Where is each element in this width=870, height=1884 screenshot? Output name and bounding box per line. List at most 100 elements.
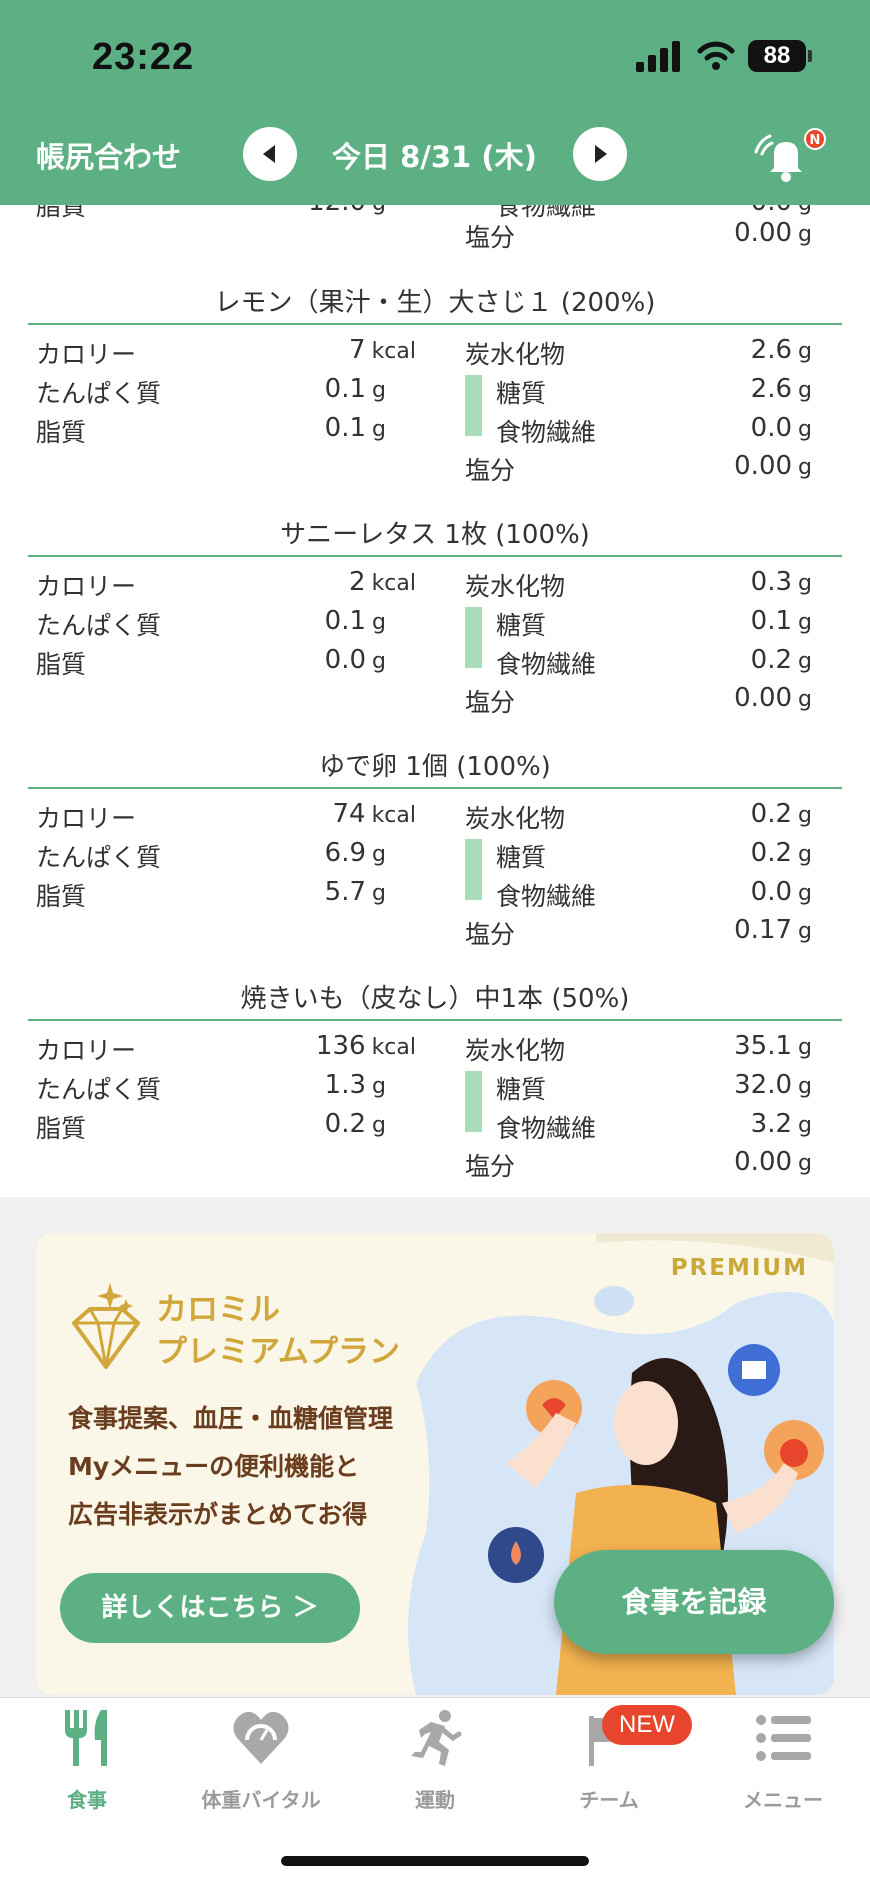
sugar-value: 0.2 g (750, 838, 812, 868)
new-badge: NEW (602, 1705, 692, 1745)
protein-value: 1.3 g (324, 1070, 386, 1100)
plan-description: 食事提案、血圧・血糖値管理 Myメニューの便利機能と 広告非表示がまとめてお得 (68, 1404, 394, 1529)
protein-label: たんぱく質 (36, 1075, 162, 1104)
status-time: 23:22 (92, 36, 195, 78)
runner-icon (411, 1710, 462, 1766)
salt-label: 塩分 (465, 920, 516, 949)
sugar-label: 糖質 (496, 379, 547, 408)
fiber-label: 食物繊維 (496, 418, 597, 447)
carbs-label: 炭水化物 (465, 340, 566, 369)
sugar-label: 糖質 (496, 843, 547, 872)
tab-menu[interactable]: メニュー (696, 1708, 870, 1818)
premium-detail-button[interactable]: 詳しくはこちら ＞ (60, 1573, 360, 1643)
battery-icon: 88 (748, 40, 812, 72)
food-title: 焼きいも（皮なし）中1本 (50%) (240, 984, 630, 1014)
calorie-label: カロリー (36, 1036, 137, 1065)
food-title: レモン（果汁・生）大さじ１ (200%) (214, 288, 656, 318)
calorie-value: 2 kcal (349, 567, 416, 597)
food-divider (28, 555, 842, 557)
diamond-icon (72, 1283, 140, 1369)
sugar-value: 0.1 g (750, 606, 812, 636)
protein-value: 0.1 g (324, 374, 386, 404)
food-divider (28, 1019, 842, 1021)
app-title[interactable]: 帳尻合わせ (36, 134, 181, 176)
fat-label: 脂質 (36, 882, 87, 911)
calorie-label: カロリー (36, 804, 137, 833)
partial-salt-value: 0.00 g (734, 218, 812, 248)
app-header: 23:22 88 帳尻合わせ 今日 8/31 (木) N (0, 0, 870, 205)
cellular-signal-icon (636, 40, 680, 72)
sugar-indicator-bar (465, 607, 482, 668)
carbs-value: 2.6 g (750, 335, 812, 365)
protein-label: たんぱく質 (36, 611, 162, 640)
sugar-value: 32.0 g (734, 1070, 812, 1100)
carbs-value: 0.2 g (750, 799, 812, 829)
record-meal-button[interactable]: 食事を記録 (554, 1550, 834, 1654)
carbs-label: 炭水化物 (465, 804, 566, 833)
current-date[interactable]: 今日 8/31 (木) (332, 134, 537, 176)
fiber-value: 0.0 g (750, 413, 812, 443)
protein-value: 0.1 g (324, 606, 386, 636)
fork-knife-icon (65, 1710, 107, 1766)
fiber-label: 食物繊維 (496, 1114, 597, 1143)
protein-label: たんぱく質 (36, 843, 162, 872)
carbs-label: 炭水化物 (465, 572, 566, 601)
fat-value: 0.0 g (324, 645, 386, 675)
food-title: ゆで卵 1個 (100%) (319, 752, 551, 782)
tab-weight-vital[interactable]: 体重バイタル (174, 1708, 348, 1818)
salt-label: 塩分 (465, 456, 516, 485)
calorie-label: カロリー (36, 572, 137, 601)
next-day-button[interactable] (573, 127, 627, 181)
tab-meal[interactable]: 食事 (0, 1708, 174, 1818)
notification-badge: N (804, 128, 826, 150)
heart-scale-icon (233, 1711, 289, 1764)
premium-label: PREMIUM (670, 1255, 808, 1281)
fat-value: 0.1 g (324, 413, 386, 443)
protein-value: 6.9 g (324, 838, 386, 868)
salt-value: 0.00 g (734, 451, 812, 481)
calorie-label: カロリー (36, 340, 137, 369)
tab-label: 運動 (415, 1788, 455, 1812)
salt-label: 塩分 (465, 1152, 516, 1181)
sugar-indicator-bar (465, 839, 482, 900)
tab-label: チーム (579, 1788, 639, 1812)
fat-value: 5.7 g (324, 877, 386, 907)
fat-label: 脂質 (36, 650, 87, 679)
food-divider (28, 787, 842, 789)
sugar-indicator-bar (465, 1071, 482, 1132)
chevron-left-icon (263, 145, 275, 163)
food-divider (28, 323, 842, 325)
list-menu-icon (756, 1715, 811, 1761)
tab-label: 体重バイタル (201, 1788, 321, 1812)
sugar-label: 糖質 (496, 1075, 547, 1104)
salt-value: 0.00 g (734, 1147, 812, 1177)
fiber-label: 食物繊維 (496, 882, 597, 911)
fat-label: 脂質 (36, 1114, 87, 1143)
home-indicator (281, 1856, 589, 1866)
carbs-value: 0.3 g (750, 567, 812, 597)
calorie-value: 7 kcal (349, 335, 416, 365)
tab-label: メニュー (743, 1788, 823, 1812)
fat-label: 脂質 (36, 418, 87, 447)
tab-exercise[interactable]: 運動 (348, 1708, 522, 1818)
fiber-label: 食物繊維 (496, 650, 597, 679)
fiber-value: 3.2 g (750, 1109, 812, 1139)
sugar-indicator-bar (465, 375, 482, 436)
plan-name: カロミル プレミアムプラン (156, 1292, 400, 1370)
carbs-value: 35.1 g (734, 1031, 812, 1061)
calorie-value: 136 kcal (315, 1031, 416, 1061)
fiber-value: 0.0 g (750, 877, 812, 907)
fat-value: 0.2 g (324, 1109, 386, 1139)
salt-label: 塩分 (465, 688, 516, 717)
partial-salt-label: 塩分 (465, 223, 516, 252)
carbs-label: 炭水化物 (465, 1036, 566, 1065)
sugar-label: 糖質 (496, 611, 547, 640)
wifi-icon (697, 41, 735, 70)
food-title: サニーレタス 1枚 (100%) (280, 520, 590, 550)
prev-day-button[interactable] (243, 127, 297, 181)
fiber-value: 0.2 g (750, 645, 812, 675)
sugar-value: 2.6 g (750, 374, 812, 404)
tab-label: 食事 (67, 1788, 107, 1812)
calorie-value: 74 kcal (332, 799, 416, 829)
salt-value: 0.00 g (734, 683, 812, 713)
